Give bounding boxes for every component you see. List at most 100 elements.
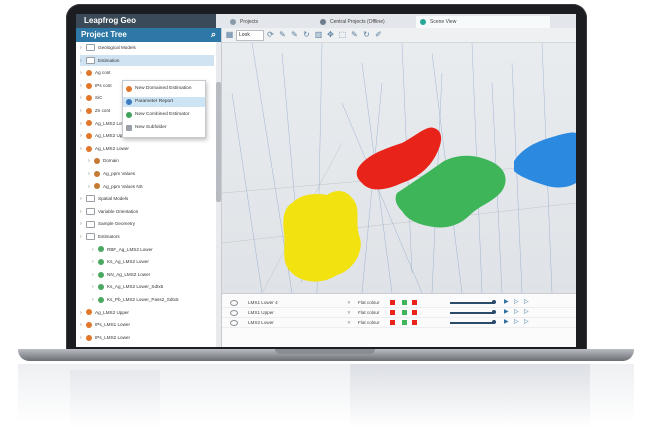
chevron-right-icon[interactable]: › — [80, 93, 86, 104]
tree-item-label: Spatial Models — [98, 196, 129, 202]
visibility-icon[interactable] — [230, 310, 238, 316]
folder-icon — [86, 233, 95, 241]
tree-item[interactable]: › Variable Orientation — [80, 206, 214, 217]
tree-item[interactable]: › Ag cont — [80, 67, 214, 78]
tree-item[interactable]: › Estimation — [80, 54, 214, 66]
color-swatch[interactable] — [390, 310, 395, 315]
panel-header: Project Tree ⌕ — [76, 28, 221, 42]
sync-icon[interactable]: ↻ — [362, 30, 371, 39]
slider-knob[interactable] — [492, 300, 496, 304]
chevron-right-icon[interactable]: › — [92, 282, 98, 293]
tree-item-label: NN_Ag_LMS2 Lower — [107, 271, 151, 277]
color-swatch[interactable] — [390, 320, 395, 325]
visibility-icon[interactable] — [230, 300, 238, 306]
tree-item[interactable]: › Ag_LMS2 Lower — [80, 143, 214, 154]
play-icon[interactable]: ▶ — [504, 309, 510, 315]
context-menu-item[interactable]: New Combined Estimator — [123, 110, 205, 120]
tree-item-label: Domain — [103, 158, 119, 164]
color-swatch[interactable] — [412, 300, 417, 305]
tree-item[interactable]: › Ag_LMS2 Upper — [80, 307, 214, 318]
scroll-thumb[interactable] — [216, 82, 221, 202]
color-swatch[interactable] — [402, 310, 407, 315]
style-label[interactable]: Flat colour — [358, 308, 379, 317]
context-menu-label: New Subfolder — [135, 125, 167, 130]
tree-item[interactable]: › NN_Ag_LMS2 Lower — [92, 269, 214, 280]
tree-item[interactable]: › Ag_ppm Values — [88, 168, 214, 179]
color-swatch[interactable] — [412, 310, 417, 315]
tree-item[interactable]: › Ks_Ag_LMS2 Lower_Sdtx5 — [92, 281, 214, 292]
scene-icon — [420, 19, 426, 25]
refresh-icon[interactable]: ↻ — [302, 30, 311, 39]
domain-icon — [86, 334, 92, 341]
search-icon[interactable]: ⌕ — [211, 29, 216, 40]
chevron-right-icon[interactable]: › — [80, 119, 86, 130]
scene-icon[interactable]: ▦ — [225, 30, 234, 39]
domain-icon — [86, 309, 92, 316]
opacity-slider[interactable] — [450, 312, 494, 314]
style-label[interactable]: Flat colour — [358, 318, 379, 327]
chevron-right-icon[interactable]: › — [92, 245, 98, 256]
tree-item[interactable]: › Ks_Ag_LMS2 Lower — [92, 256, 214, 267]
opacity-slider[interactable] — [450, 322, 494, 324]
tree-item[interactable]: › RBF_Ag_LMS2 Lower — [92, 244, 214, 255]
visibility-icon[interactable] — [230, 320, 238, 326]
color-swatch[interactable] — [390, 300, 395, 305]
tree-item[interactable]: › Spatial Models — [80, 193, 214, 204]
close-icon[interactable]: ✕ — [347, 298, 351, 307]
tree-item[interactable]: › Ks_Pb_LMS2 Lower_Pass2_Sdtx5 — [92, 294, 214, 305]
slider-knob[interactable] — [492, 320, 496, 324]
play-icon[interactable]: ▶ — [504, 319, 510, 325]
play-icon[interactable]: ▷ — [524, 309, 530, 315]
tree-item[interactable]: › IPs_LMS2 Lower — [80, 332, 214, 343]
play-icon[interactable]: ▷ — [514, 299, 520, 305]
move-icon[interactable]: ✥ — [326, 30, 335, 39]
edit-icon[interactable]: ✎ — [350, 30, 359, 39]
projects-icon — [230, 19, 236, 25]
play-icon[interactable]: ▷ — [524, 319, 530, 325]
tree-item[interactable]: › Geological Models — [80, 42, 214, 53]
tree-scrollbar[interactable] — [216, 42, 221, 347]
blue-domain-body[interactable] — [514, 132, 576, 188]
domain-icon — [86, 107, 92, 114]
play-icon[interactable]: ▶ — [504, 299, 510, 305]
chevron-right-icon[interactable]: › — [88, 182, 94, 193]
chevron-right-icon[interactable]: › — [80, 308, 86, 319]
opacity-slider[interactable] — [450, 302, 494, 304]
rotate-icon[interactable]: ⟳ — [266, 30, 275, 39]
select-icon[interactable]: ⬚ — [338, 30, 347, 39]
play-icon[interactable]: ▷ — [524, 299, 530, 305]
close-icon[interactable]: ✕ — [347, 318, 351, 327]
play-icon[interactable]: ▷ — [514, 319, 520, 325]
tab-central-projects[interactable]: Central Projects (Offline) — [316, 16, 420, 28]
domain-icon — [94, 183, 100, 190]
tree-item[interactable]: › Estimators — [80, 231, 214, 242]
tree-item[interactable]: › Domain — [88, 155, 214, 166]
tree-item[interactable]: › Sample Geometry — [80, 218, 214, 229]
yellow-domain-body[interactable] — [283, 191, 361, 282]
look-dropdown[interactable]: Look — [236, 30, 264, 41]
tab-projects[interactable]: Projects — [226, 16, 310, 28]
close-icon[interactable]: ✕ — [347, 308, 351, 317]
color-swatch[interactable] — [402, 300, 407, 305]
pen-icon[interactable]: ✎ — [278, 30, 287, 39]
shape-row[interactable]: LMS1 Lower 4 ✕ Flat colour ▶ ▷ ▷ — [222, 298, 576, 308]
shape-row[interactable]: LMS1 Upper ✕ Flat colour ▶ ▷ ▷ — [222, 308, 576, 318]
context-menu-item[interactable]: New Domained Estimation — [123, 84, 205, 94]
color-swatch[interactable] — [402, 320, 407, 325]
shape-row[interactable]: LMS2 Lower ✕ Flat colour ▶ ▷ ▷ — [222, 318, 576, 328]
slice-icon[interactable]: ▥ — [314, 30, 323, 39]
context-menu-item[interactable]: New Subfolder — [123, 123, 205, 133]
3d-scene-viewport[interactable] — [222, 43, 576, 293]
context-menu-item[interactable]: Parameter Report — [123, 97, 205, 107]
measure-icon[interactable]: ✐ — [374, 30, 383, 39]
tree-item[interactable]: › Ag_ppm Values NS — [88, 181, 214, 192]
folder-icon — [86, 44, 95, 52]
slider-knob[interactable] — [492, 310, 496, 314]
scene-canvas[interactable] — [222, 43, 576, 293]
style-label[interactable]: Flat colour — [358, 298, 379, 307]
chevron-right-icon[interactable]: › — [88, 156, 94, 167]
play-icon[interactable]: ▷ — [514, 309, 520, 315]
draw-icon[interactable]: ✎ — [290, 30, 299, 39]
color-swatch[interactable] — [412, 320, 417, 325]
tree-item[interactable]: › IPs_LMS1 Lower — [80, 319, 214, 330]
